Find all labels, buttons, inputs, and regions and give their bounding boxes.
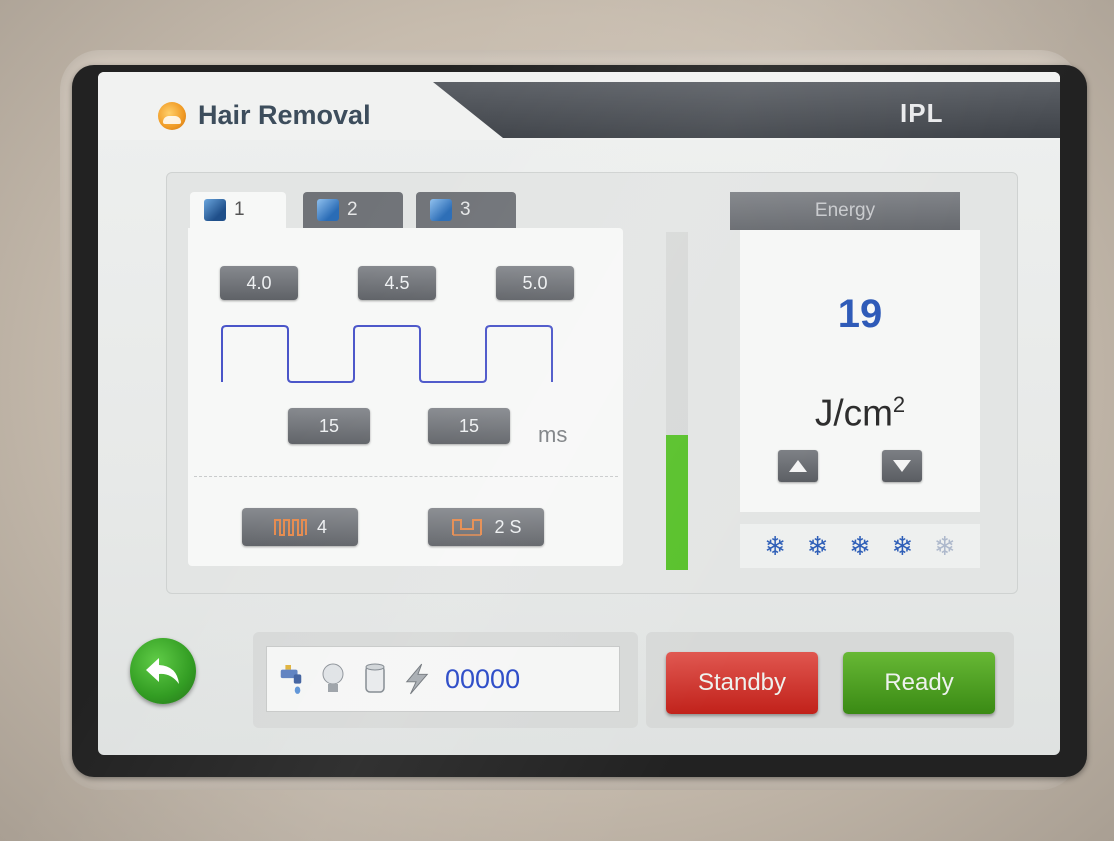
mode-label: IPL — [900, 98, 944, 128]
tab-label: 3 — [460, 199, 471, 220]
pulse-delay-1-button[interactable]: 15 — [288, 408, 370, 444]
sun-logo-icon — [158, 102, 186, 130]
divider — [194, 476, 618, 477]
pulse-count-value: 4 — [316, 516, 327, 537]
pulse-train-icon — [273, 519, 307, 536]
book-icon — [430, 199, 452, 221]
energy-value: 19 — [837, 292, 883, 336]
pulse-width-1-button[interactable]: 4.0 — [220, 266, 298, 300]
book-icon — [317, 199, 339, 221]
energy-unit-base: J/cm — [814, 392, 893, 434]
pulse-interval-button[interactable]: 2 S — [428, 508, 544, 546]
back-button[interactable] — [130, 638, 196, 704]
snowflake-icon: ❄ — [849, 531, 871, 561]
snowflake-icon: ❄ — [764, 531, 787, 561]
pulse-width-2-button[interactable]: 4.5 — [358, 266, 436, 300]
delay-unit-label: ms — [538, 422, 568, 447]
pulse-waveform-diagram — [221, 325, 553, 383]
standby-button[interactable]: Standby — [666, 652, 818, 714]
lightning-icon — [403, 662, 431, 696]
lamp-bulb-icon — [319, 662, 347, 696]
water-tap-icon — [277, 662, 305, 696]
pulse-count-button[interactable]: 4 — [242, 508, 358, 546]
pulse-delay-2-button[interactable]: 15 — [428, 408, 510, 444]
energy-up-button[interactable] — [778, 450, 818, 482]
page-title: Hair Removal — [198, 100, 371, 130]
arrow-up-icon — [789, 460, 807, 472]
tab-3[interactable]: 3 — [416, 192, 516, 228]
shot-counter: 00000 — [445, 663, 521, 694]
energy-panel — [740, 230, 980, 512]
book-icon — [204, 199, 226, 221]
interval-icon — [452, 519, 483, 536]
snowflake-icon: ❄ — [891, 531, 914, 561]
energy-level-fill — [666, 434, 688, 570]
energy-header: Energy — [730, 192, 960, 230]
back-arrow-icon — [146, 658, 179, 684]
header-accent — [433, 82, 1060, 138]
pulse-interval-value: 2 S — [494, 516, 522, 537]
energy-unit-exponent: 2 — [892, 392, 906, 417]
cooling-level-indicator[interactable]: ❄ ❄ ❄ ❄ ❄ — [740, 524, 980, 568]
snowflake-icon: ❄ — [806, 531, 829, 561]
tab-2[interactable]: 2 — [303, 192, 403, 228]
tab-1[interactable]: 1 — [190, 192, 286, 228]
ready-button[interactable]: Ready — [843, 652, 995, 714]
energy-unit: J/cm2 — [740, 392, 980, 434]
energy-level-bar — [666, 232, 688, 570]
touch-screen: Hair Removal IPL 1 2 3 4.0 4.5 5.0 15 15… — [98, 72, 1060, 755]
pulse-width-3-button[interactable]: 5.0 — [496, 266, 574, 300]
cylinder-icon — [361, 662, 389, 696]
tab-label: 1 — [234, 199, 245, 220]
energy-down-button[interactable] — [882, 450, 922, 482]
status-indicators: 00000 — [266, 646, 620, 712]
snowflake-icon: ❄ — [933, 531, 956, 561]
tab-label: 2 — [347, 199, 358, 220]
arrow-down-icon — [893, 460, 911, 472]
